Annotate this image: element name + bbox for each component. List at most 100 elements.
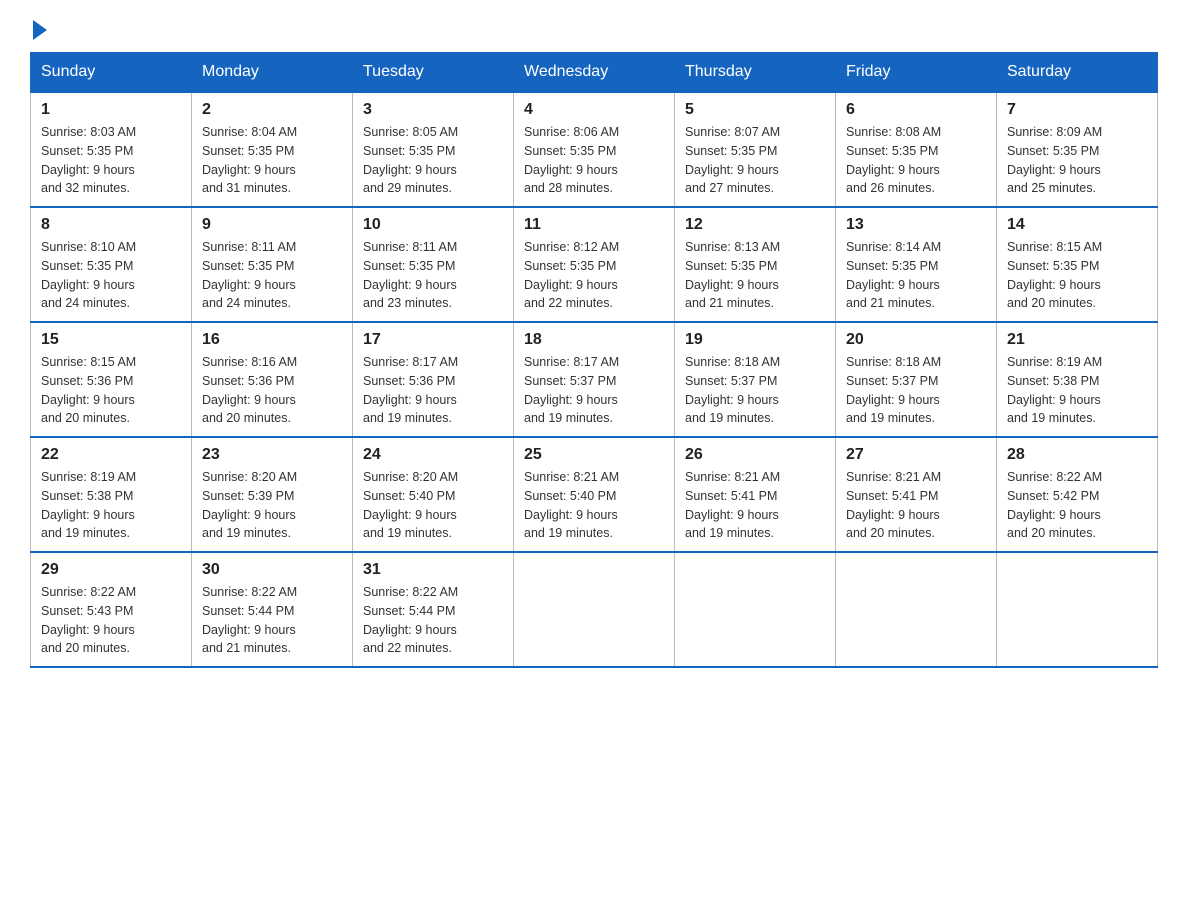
day-info: Sunrise: 8:22 AM Sunset: 5:43 PM Dayligh… (41, 583, 181, 658)
day-number: 8 (41, 216, 181, 234)
calendar-cell: 30 Sunrise: 8:22 AM Sunset: 5:44 PM Dayl… (192, 552, 353, 667)
calendar-table: SundayMondayTuesdayWednesdayThursdayFrid… (30, 52, 1158, 668)
day-number: 23 (202, 446, 342, 464)
calendar-cell (675, 552, 836, 667)
weekday-header-sunday: Sunday (31, 53, 192, 93)
calendar-cell: 16 Sunrise: 8:16 AM Sunset: 5:36 PM Dayl… (192, 322, 353, 437)
day-number: 2 (202, 101, 342, 119)
day-number: 26 (685, 446, 825, 464)
page-header (30, 20, 1158, 34)
day-number: 5 (685, 101, 825, 119)
calendar-cell: 10 Sunrise: 8:11 AM Sunset: 5:35 PM Dayl… (353, 207, 514, 322)
calendar-cell: 14 Sunrise: 8:15 AM Sunset: 5:35 PM Dayl… (997, 207, 1158, 322)
day-info: Sunrise: 8:22 AM Sunset: 5:44 PM Dayligh… (363, 583, 503, 658)
day-number: 13 (846, 216, 986, 234)
calendar-cell: 31 Sunrise: 8:22 AM Sunset: 5:44 PM Dayl… (353, 552, 514, 667)
day-info: Sunrise: 8:18 AM Sunset: 5:37 PM Dayligh… (685, 353, 825, 428)
day-number: 21 (1007, 331, 1147, 349)
day-number: 20 (846, 331, 986, 349)
calendar-cell: 23 Sunrise: 8:20 AM Sunset: 5:39 PM Dayl… (192, 437, 353, 552)
day-info: Sunrise: 8:19 AM Sunset: 5:38 PM Dayligh… (41, 468, 181, 543)
calendar-cell: 15 Sunrise: 8:15 AM Sunset: 5:36 PM Dayl… (31, 322, 192, 437)
day-info: Sunrise: 8:17 AM Sunset: 5:36 PM Dayligh… (363, 353, 503, 428)
calendar-cell (514, 552, 675, 667)
calendar-cell: 7 Sunrise: 8:09 AM Sunset: 5:35 PM Dayli… (997, 92, 1158, 207)
day-info: Sunrise: 8:17 AM Sunset: 5:37 PM Dayligh… (524, 353, 664, 428)
calendar-cell: 22 Sunrise: 8:19 AM Sunset: 5:38 PM Dayl… (31, 437, 192, 552)
day-info: Sunrise: 8:20 AM Sunset: 5:39 PM Dayligh… (202, 468, 342, 543)
calendar-week-row: 22 Sunrise: 8:19 AM Sunset: 5:38 PM Dayl… (31, 437, 1158, 552)
day-number: 22 (41, 446, 181, 464)
day-info: Sunrise: 8:09 AM Sunset: 5:35 PM Dayligh… (1007, 123, 1147, 198)
day-number: 30 (202, 561, 342, 579)
day-number: 1 (41, 101, 181, 119)
logo-triangle-icon (33, 20, 47, 40)
calendar-cell (997, 552, 1158, 667)
day-number: 7 (1007, 101, 1147, 119)
calendar-cell: 4 Sunrise: 8:06 AM Sunset: 5:35 PM Dayli… (514, 92, 675, 207)
day-number: 19 (685, 331, 825, 349)
calendar-week-row: 1 Sunrise: 8:03 AM Sunset: 5:35 PM Dayli… (31, 92, 1158, 207)
calendar-cell: 17 Sunrise: 8:17 AM Sunset: 5:36 PM Dayl… (353, 322, 514, 437)
day-info: Sunrise: 8:14 AM Sunset: 5:35 PM Dayligh… (846, 238, 986, 313)
day-number: 16 (202, 331, 342, 349)
day-info: Sunrise: 8:11 AM Sunset: 5:35 PM Dayligh… (202, 238, 342, 313)
calendar-cell: 5 Sunrise: 8:07 AM Sunset: 5:35 PM Dayli… (675, 92, 836, 207)
calendar-cell: 26 Sunrise: 8:21 AM Sunset: 5:41 PM Dayl… (675, 437, 836, 552)
calendar-cell: 24 Sunrise: 8:20 AM Sunset: 5:40 PM Dayl… (353, 437, 514, 552)
day-number: 9 (202, 216, 342, 234)
calendar-cell: 18 Sunrise: 8:17 AM Sunset: 5:37 PM Dayl… (514, 322, 675, 437)
calendar-cell: 12 Sunrise: 8:13 AM Sunset: 5:35 PM Dayl… (675, 207, 836, 322)
day-info: Sunrise: 8:11 AM Sunset: 5:35 PM Dayligh… (363, 238, 503, 313)
calendar-cell: 27 Sunrise: 8:21 AM Sunset: 5:41 PM Dayl… (836, 437, 997, 552)
calendar-cell (836, 552, 997, 667)
calendar-cell: 1 Sunrise: 8:03 AM Sunset: 5:35 PM Dayli… (31, 92, 192, 207)
weekday-header-monday: Monday (192, 53, 353, 93)
day-number: 12 (685, 216, 825, 234)
day-number: 10 (363, 216, 503, 234)
day-info: Sunrise: 8:18 AM Sunset: 5:37 PM Dayligh… (846, 353, 986, 428)
day-number: 17 (363, 331, 503, 349)
day-number: 6 (846, 101, 986, 119)
day-number: 27 (846, 446, 986, 464)
day-info: Sunrise: 8:08 AM Sunset: 5:35 PM Dayligh… (846, 123, 986, 198)
day-number: 29 (41, 561, 181, 579)
day-info: Sunrise: 8:19 AM Sunset: 5:38 PM Dayligh… (1007, 353, 1147, 428)
calendar-cell: 21 Sunrise: 8:19 AM Sunset: 5:38 PM Dayl… (997, 322, 1158, 437)
day-info: Sunrise: 8:13 AM Sunset: 5:35 PM Dayligh… (685, 238, 825, 313)
day-number: 24 (363, 446, 503, 464)
calendar-cell: 19 Sunrise: 8:18 AM Sunset: 5:37 PM Dayl… (675, 322, 836, 437)
day-number: 3 (363, 101, 503, 119)
day-number: 31 (363, 561, 503, 579)
calendar-week-row: 8 Sunrise: 8:10 AM Sunset: 5:35 PM Dayli… (31, 207, 1158, 322)
calendar-cell: 29 Sunrise: 8:22 AM Sunset: 5:43 PM Dayl… (31, 552, 192, 667)
calendar-cell: 6 Sunrise: 8:08 AM Sunset: 5:35 PM Dayli… (836, 92, 997, 207)
day-info: Sunrise: 8:20 AM Sunset: 5:40 PM Dayligh… (363, 468, 503, 543)
calendar-cell: 28 Sunrise: 8:22 AM Sunset: 5:42 PM Dayl… (997, 437, 1158, 552)
day-info: Sunrise: 8:12 AM Sunset: 5:35 PM Dayligh… (524, 238, 664, 313)
day-info: Sunrise: 8:05 AM Sunset: 5:35 PM Dayligh… (363, 123, 503, 198)
weekday-header-thursday: Thursday (675, 53, 836, 93)
day-info: Sunrise: 8:22 AM Sunset: 5:42 PM Dayligh… (1007, 468, 1147, 543)
day-info: Sunrise: 8:06 AM Sunset: 5:35 PM Dayligh… (524, 123, 664, 198)
day-info: Sunrise: 8:15 AM Sunset: 5:36 PM Dayligh… (41, 353, 181, 428)
day-info: Sunrise: 8:04 AM Sunset: 5:35 PM Dayligh… (202, 123, 342, 198)
weekday-header-wednesday: Wednesday (514, 53, 675, 93)
weekday-header-friday: Friday (836, 53, 997, 93)
day-info: Sunrise: 8:03 AM Sunset: 5:35 PM Dayligh… (41, 123, 181, 198)
calendar-cell: 9 Sunrise: 8:11 AM Sunset: 5:35 PM Dayli… (192, 207, 353, 322)
calendar-cell: 11 Sunrise: 8:12 AM Sunset: 5:35 PM Dayl… (514, 207, 675, 322)
calendar-cell: 2 Sunrise: 8:04 AM Sunset: 5:35 PM Dayli… (192, 92, 353, 207)
day-number: 25 (524, 446, 664, 464)
calendar-week-row: 29 Sunrise: 8:22 AM Sunset: 5:43 PM Dayl… (31, 552, 1158, 667)
day-number: 4 (524, 101, 664, 119)
day-number: 18 (524, 331, 664, 349)
day-info: Sunrise: 8:21 AM Sunset: 5:41 PM Dayligh… (846, 468, 986, 543)
calendar-week-row: 15 Sunrise: 8:15 AM Sunset: 5:36 PM Dayl… (31, 322, 1158, 437)
day-number: 15 (41, 331, 181, 349)
day-info: Sunrise: 8:07 AM Sunset: 5:35 PM Dayligh… (685, 123, 825, 198)
calendar-cell: 20 Sunrise: 8:18 AM Sunset: 5:37 PM Dayl… (836, 322, 997, 437)
calendar-cell: 25 Sunrise: 8:21 AM Sunset: 5:40 PM Dayl… (514, 437, 675, 552)
day-info: Sunrise: 8:16 AM Sunset: 5:36 PM Dayligh… (202, 353, 342, 428)
weekday-header-tuesday: Tuesday (353, 53, 514, 93)
